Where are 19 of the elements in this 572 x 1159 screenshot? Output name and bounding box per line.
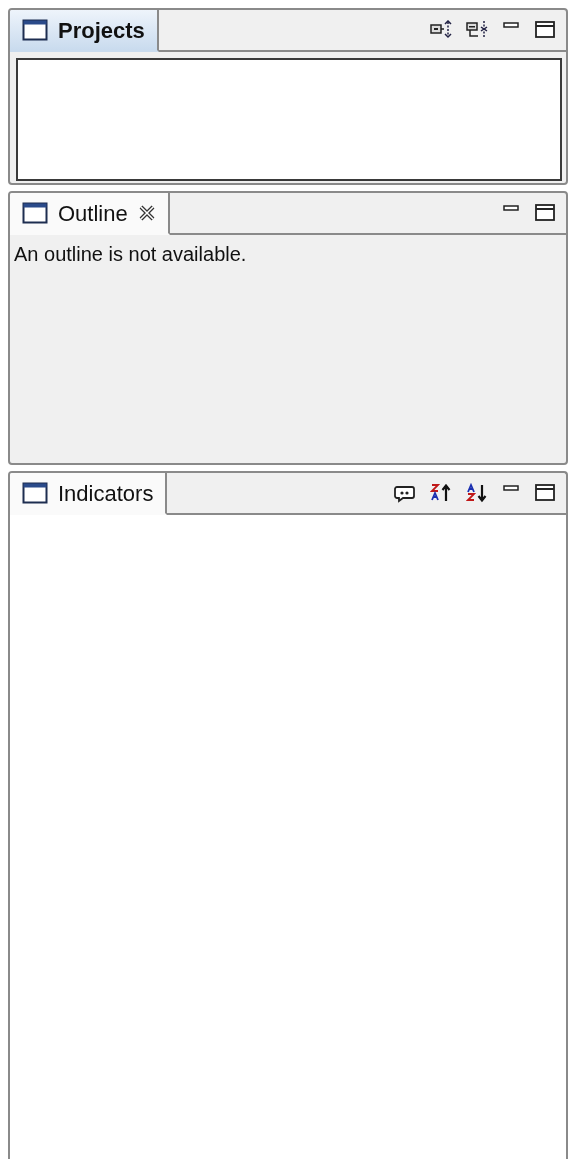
view-icon xyxy=(22,202,48,224)
maximize-icon[interactable] xyxy=(534,483,556,503)
sort-descending-icon[interactable] xyxy=(430,483,452,503)
expand-all-icon[interactable] xyxy=(466,20,488,40)
tab-label: Indicators xyxy=(58,479,154,508)
maximize-icon[interactable] xyxy=(534,203,556,223)
tab-label: Projects xyxy=(58,16,145,45)
maximize-icon[interactable] xyxy=(534,20,556,40)
sort-ascending-icon[interactable] xyxy=(466,483,488,503)
collapse-all-icon[interactable] xyxy=(430,20,452,40)
view-icon xyxy=(22,482,48,504)
close-icon[interactable] xyxy=(137,204,156,222)
view-tab[interactable]: Projects xyxy=(10,10,159,52)
view-tab[interactable]: Indicators xyxy=(10,473,168,515)
view-icon xyxy=(22,19,48,41)
view-tab[interactable]: Outline xyxy=(10,193,170,235)
status-message: An outline is not available. xyxy=(14,242,248,267)
comment-icon[interactable] xyxy=(394,483,416,503)
tab-label: Outline xyxy=(58,199,128,228)
